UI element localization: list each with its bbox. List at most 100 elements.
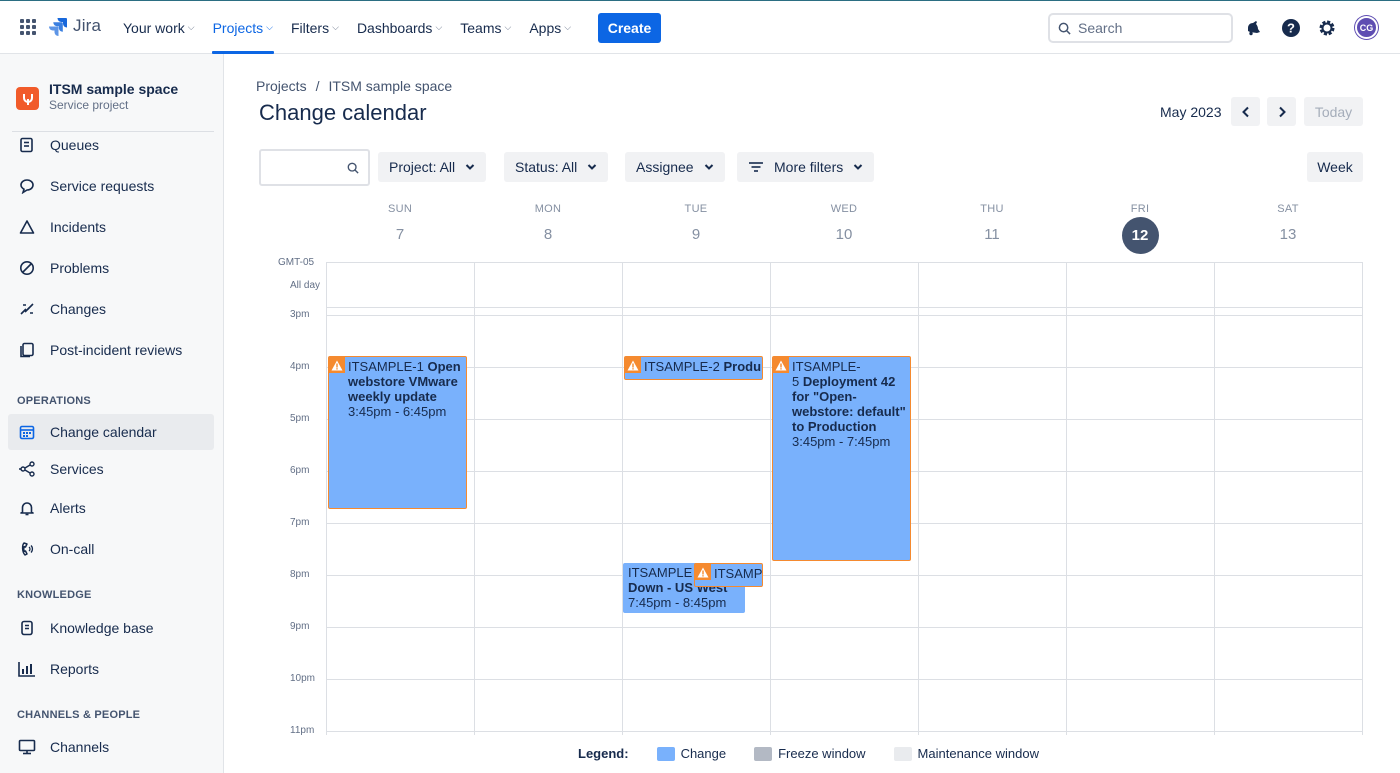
settings-gear-icon[interactable] [1316, 17, 1338, 39]
sidebar-item-queues[interactable]: Queues [8, 127, 214, 163]
help-icon[interactable]: ? [1280, 17, 1302, 39]
more-filters-dropdown[interactable]: More filters [737, 152, 875, 182]
breadcrumb-separator: / [315, 78, 320, 94]
day-column-divider [1214, 263, 1215, 735]
global-search[interactable] [1048, 13, 1233, 43]
app-name: Jira [73, 16, 102, 35]
calendar-icon [18, 423, 36, 441]
legend-item-change: Change [656, 746, 726, 761]
jira-logo[interactable]: Jira [48, 16, 101, 36]
sidebar-item-post-incident-reviews[interactable]: Post-incident reviews [8, 332, 214, 368]
sidebar-item-changes[interactable]: Changes [8, 291, 214, 327]
day-number: 7 [395, 226, 405, 243]
sidebar-item-alerts[interactable]: Alerts [8, 490, 214, 526]
hour-line [327, 627, 1362, 628]
day-column-divider [918, 263, 919, 735]
sidebar-item-problems[interactable]: Problems [8, 250, 214, 286]
nav-label: Apps [529, 19, 562, 36]
sidebar-item-label: Alerts [50, 500, 86, 516]
sidebar-item-reports[interactable]: Reports [8, 651, 214, 687]
nav-your-work[interactable]: Your work ⌵ [116, 1, 202, 54]
sidebar-item-channels[interactable]: Channels [8, 729, 214, 765]
today-button[interactable]: Today [1304, 97, 1363, 126]
assignee-filter-dropdown[interactable]: Assignee [625, 152, 725, 182]
breadcrumb: Projects / ITSM sample space [256, 78, 452, 94]
day-name: FRI [1130, 203, 1150, 215]
event-time: 7:45pm - 8:45pm [628, 595, 727, 610]
legend-label: Freeze window [778, 746, 866, 761]
project-filter-dropdown[interactable]: Project: All [378, 152, 487, 182]
notifications-icon[interactable] [1242, 17, 1264, 39]
nav-label: Dashboards [356, 19, 433, 36]
next-week-button[interactable] [1267, 97, 1296, 126]
event-key: ITSAMPLE-2 [644, 359, 720, 374]
event-key-suffix: 5 [792, 374, 800, 389]
status-filter-dropdown[interactable]: Status: All [504, 152, 609, 182]
hour-label: 10pm [290, 673, 316, 684]
previous-week-button[interactable] [1231, 97, 1260, 126]
day-header-fri: FRI 12 [1066, 203, 1214, 254]
hour-label: 7pm [290, 517, 310, 528]
filter-label: Project: All [389, 159, 456, 175]
change-event-itsample-1[interactable]: ITSAMPLE-1 Open webstore VMware weekly u… [328, 356, 467, 509]
hour-line [327, 731, 1362, 732]
sidebar-item-label: Service requests [50, 178, 155, 194]
day-header-wed: WED 10 [770, 203, 918, 245]
changes-icon [18, 300, 36, 318]
user-avatar[interactable]: CG [1355, 16, 1378, 39]
view-week-button[interactable]: Week [1307, 152, 1363, 182]
project-sidebar: ITSM sample space Service project Queues… [0, 54, 224, 773]
nav-dashboards[interactable]: Dashboards ⌵ [350, 1, 449, 54]
app-switcher-icon[interactable] [20, 19, 36, 35]
change-event-itsample-5[interactable]: ITSAMPLE- 5 Deployment 42 for "Open-webs… [772, 356, 911, 561]
calendar-search-input[interactable] [259, 149, 370, 186]
section-channels-people: CHANNELS & PEOPLE [17, 709, 141, 721]
sidebar-item-label: Channels [50, 739, 110, 755]
nav-projects[interactable]: Projects ⌵ [206, 1, 280, 54]
sidebar-item-knowledge-base[interactable]: Knowledge base [8, 610, 214, 646]
day-number: 13 [1279, 226, 1297, 243]
breadcrumb-projects-link[interactable]: Projects [256, 78, 307, 94]
legend-swatch [656, 746, 675, 761]
day-header-sat: SAT 13 [1214, 203, 1362, 245]
day-column-divider [622, 263, 623, 735]
day-number: 9 [691, 226, 701, 243]
sidebar-item-service-requests[interactable]: Service requests [8, 168, 214, 204]
chat-icon [18, 177, 36, 195]
hour-label: 11pm [290, 725, 315, 736]
change-event-itsample-2[interactable]: ITSAMPLE-2 Produ [624, 356, 763, 380]
sidebar-item-label: Services [50, 461, 104, 477]
project-header[interactable]: ITSM sample space Service project [16, 81, 178, 114]
event-key: ITSAMP [714, 566, 763, 581]
change-event-itsamp-overlap[interactable]: ITSAMP [694, 563, 763, 587]
sidebar-item-label: Knowledge base [50, 620, 154, 636]
calendar-week-grid[interactable]: ITSAMPLE-1 Open webstore VMware weekly u… [326, 262, 1363, 735]
nav-label: Filters [290, 19, 330, 36]
chevron-down-icon: ⌵ [266, 22, 273, 32]
day-header-tue: TUE 9 [622, 203, 770, 245]
hour-label: 5pm [290, 413, 310, 424]
sidebar-item-on-call[interactable]: On-call [8, 531, 214, 567]
project-name: ITSM sample space [49, 81, 179, 97]
warning-triangle-icon [18, 218, 36, 236]
search-icon [347, 162, 359, 174]
filter-label: More filters [774, 159, 844, 175]
problem-icon [18, 259, 36, 277]
all-day-label: All day [290, 280, 321, 291]
sidebar-item-change-calendar[interactable]: Change calendar [8, 414, 214, 450]
day-name: SUN [387, 203, 413, 215]
chevron-down-icon: ⌵ [187, 22, 195, 32]
nav-filters[interactable]: Filters ⌵ [284, 1, 346, 54]
hour-label: 9pm [290, 621, 310, 632]
nav-apps[interactable]: Apps ⌵ [522, 1, 578, 54]
create-button[interactable]: Create [598, 13, 661, 43]
breadcrumb-project-link[interactable]: ITSM sample space [328, 78, 452, 94]
timezone-label: GMT-05 [278, 257, 315, 268]
hour-line [327, 315, 1362, 316]
sidebar-item-incidents[interactable]: Incidents [8, 209, 214, 245]
nav-teams[interactable]: Teams ⌵ [453, 1, 518, 54]
sidebar-item-services[interactable]: Services [8, 451, 214, 487]
search-input[interactable] [1078, 20, 1218, 36]
chevron-down-icon [588, 164, 597, 170]
svg-text:?: ? [1287, 21, 1295, 36]
